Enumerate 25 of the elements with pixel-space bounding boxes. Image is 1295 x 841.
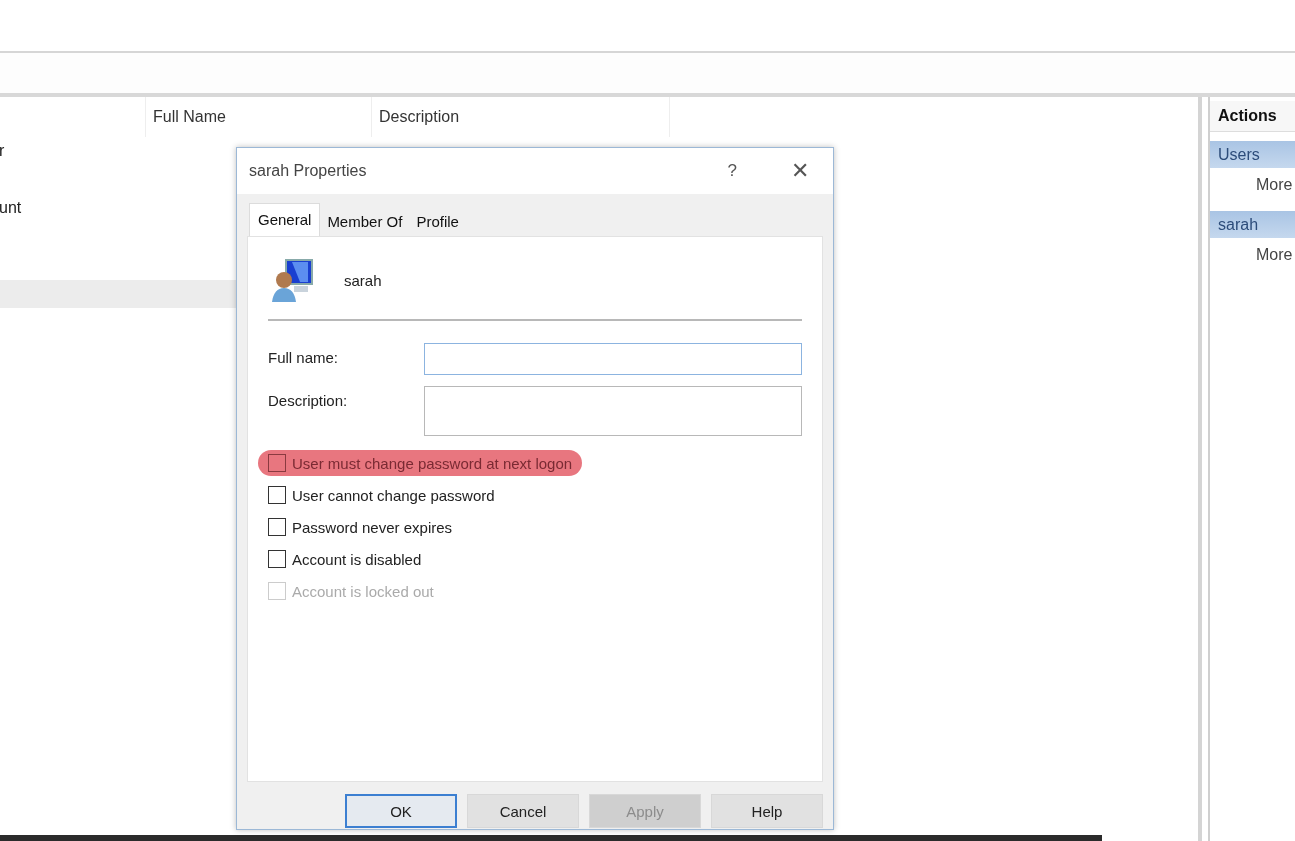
description-field[interactable] [424, 386, 802, 436]
action-item[interactable]: More [1210, 238, 1295, 272]
field-label: Description: [268, 391, 349, 411]
full-name-field[interactable] [424, 343, 802, 375]
column-header[interactable]: Description [372, 97, 670, 137]
checkbox-option[interactable]: Account is disabled [258, 546, 432, 572]
actions-group-header[interactable]: sarah [1210, 211, 1295, 238]
dialog-button[interactable]: Cancel [467, 794, 579, 828]
dialog-button[interactable]: Help [711, 794, 823, 828]
dialog-title: sarah Properties [249, 162, 368, 180]
help-button[interactable]: ? [727, 161, 737, 181]
action-item[interactable]: More [1210, 168, 1295, 202]
checkbox-option[interactable]: User cannot change password [258, 482, 505, 508]
user-name: sarah [344, 271, 382, 289]
close-button[interactable]: ✕ [791, 158, 809, 184]
actions-header: Actions [1210, 101, 1295, 132]
dialog-button[interactable]: OK [345, 794, 457, 828]
tab[interactable]: General [249, 203, 321, 236]
column-header[interactable]: Full Name [146, 97, 372, 137]
checkbox-option[interactable]: Password never expires [258, 514, 463, 540]
actions-group-header[interactable]: Users [1210, 141, 1295, 168]
tab[interactable]: Member Of [320, 209, 410, 236]
user-name-cell: r [0, 142, 5, 161]
tab[interactable]: Profile [409, 209, 466, 236]
field-label: Full name: [268, 348, 340, 368]
